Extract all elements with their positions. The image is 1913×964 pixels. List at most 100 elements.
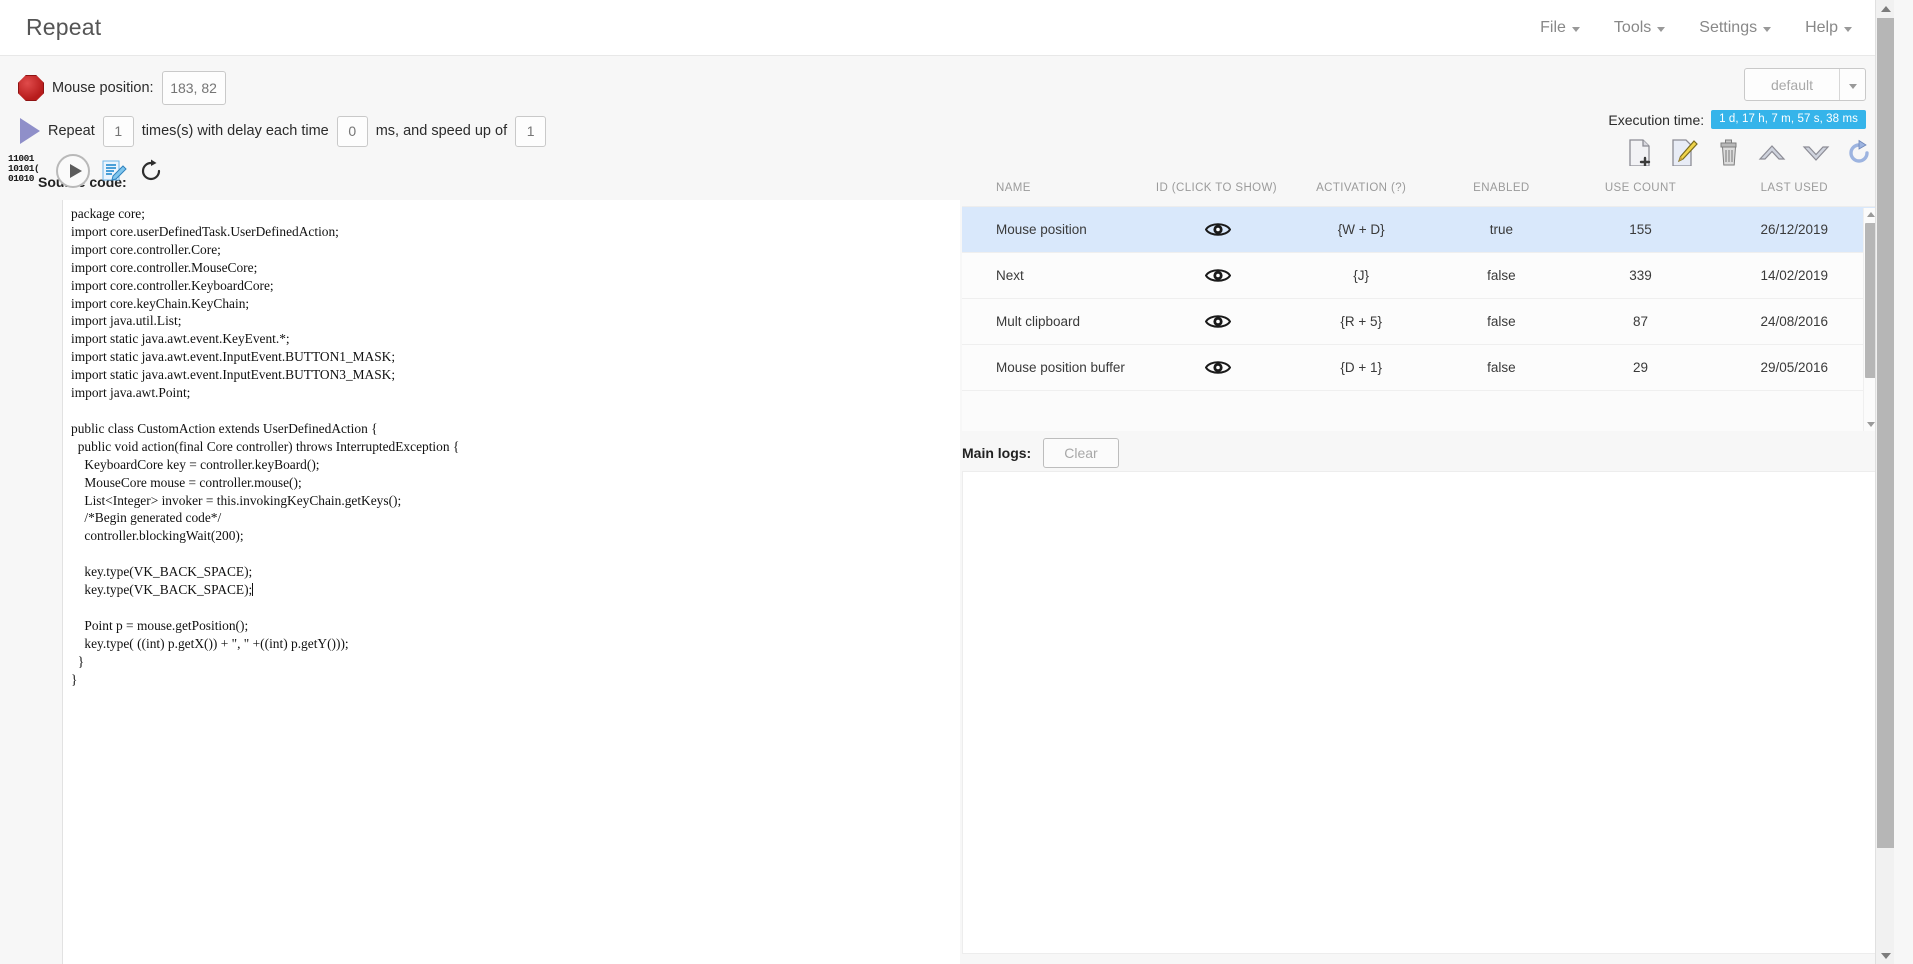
task-enabled-cell[interactable]: false — [1432, 345, 1570, 391]
task-last-used-cell: 29/05/2016 — [1711, 345, 1878, 391]
table-row[interactable]: Mult clipboard{R + 5}false8724/08/2016 — [962, 299, 1878, 345]
code-line: public class CustomAction extends UserDe… — [71, 420, 960, 438]
task-name-cell-text: Mouse position buffer — [996, 360, 1125, 375]
run-play-circle-icon[interactable] — [56, 154, 90, 188]
page-scroll-down-arrow-icon[interactable] — [1876, 947, 1894, 964]
move-up-button[interactable] — [1758, 138, 1786, 168]
binary-line-3: 01010 — [8, 174, 46, 184]
col-header-id[interactable]: ID (CLICK TO SHOW) — [1143, 166, 1290, 207]
menu-help[interactable]: Help — [1805, 19, 1852, 37]
repeat-row: Repeat times(s) with delay each time ms,… — [18, 112, 546, 150]
eye-icon[interactable] — [1205, 267, 1227, 281]
main-logs-textarea[interactable] — [962, 471, 1878, 954]
clear-logs-button[interactable]: Clear — [1043, 438, 1118, 468]
repeat-count-input[interactable] — [103, 116, 134, 147]
task-last-used-cell: 24/08/2016 — [1711, 299, 1878, 345]
col-header-last-used[interactable]: LAST USED — [1711, 166, 1878, 207]
col-header-use-count[interactable]: USE COUNT — [1570, 166, 1710, 207]
code-line: import core.keyChain.KeyChain; — [71, 295, 960, 313]
menu-settings-label: Settings — [1699, 19, 1757, 37]
times-delay-label: times(s) with delay each time — [142, 123, 329, 139]
main-logs-label: Main logs: — [962, 445, 1031, 461]
task-use-count-cell-text: 87 — [1633, 314, 1648, 329]
task-id-cell[interactable] — [1143, 299, 1290, 345]
table-row[interactable]: Mouse position{W + D}true15526/12/2019 — [962, 207, 1878, 253]
profile-dropdown-button[interactable] — [1839, 69, 1865, 100]
action-icons-row: 11001 10101( 01010 — [8, 148, 164, 194]
task-table-body: Mouse position{W + D}true15526/12/2019Ne… — [962, 207, 1878, 391]
task-enabled-cell[interactable]: false — [1432, 299, 1570, 345]
repeat-label: Repeat — [48, 123, 95, 139]
task-last-used-cell: 14/02/2019 — [1711, 253, 1878, 299]
play-triangle-icon[interactable] — [20, 118, 40, 144]
profile-selector[interactable]: default — [1744, 68, 1866, 101]
task-name-cell: Mouse position buffer — [962, 345, 1143, 391]
code-line: import core.controller.Core; — [71, 241, 960, 259]
task-use-count-cell-text: 155 — [1629, 222, 1652, 237]
compile-binary-icon[interactable]: 11001 10101( 01010 — [8, 152, 46, 190]
code-line: key.type(VK_BACK_SPACE); — [71, 563, 960, 581]
page-scrollbar[interactable] — [1875, 0, 1894, 964]
code-line: key.type( ((int) p.getX()) + ", " +((int… — [71, 635, 960, 653]
edit-document-icon[interactable] — [100, 157, 128, 185]
task-enabled-cell-text: true — [1490, 222, 1513, 237]
task-id-cell[interactable] — [1143, 207, 1290, 253]
delay-input[interactable] — [337, 116, 368, 147]
move-down-button[interactable] — [1802, 138, 1830, 168]
task-enabled-cell-text: false — [1487, 314, 1516, 329]
task-enabled-cell-text: false — [1487, 360, 1516, 375]
app-window: Repeat File Tools Settings Help Mouse — [0, 0, 1894, 964]
edit-task-button[interactable] — [1670, 138, 1698, 168]
menu-tools[interactable]: Tools — [1614, 19, 1665, 37]
chevron-down-icon — [1849, 84, 1857, 89]
source-code-editor[interactable]: 1234567891011121314151617181920212223242… — [62, 200, 960, 964]
eye-icon[interactable] — [1205, 221, 1227, 235]
menu-help-label: Help — [1805, 19, 1838, 37]
refresh-icon[interactable] — [138, 158, 164, 184]
task-id-cell[interactable] — [1143, 345, 1290, 391]
main-area: Source code: 123456789101112131415161718… — [0, 166, 1894, 964]
task-table-head: NAME ID (CLICK TO SHOW) ACTIVATION (?) E… — [962, 166, 1878, 207]
reload-task-button[interactable] — [1846, 138, 1874, 168]
menu-file[interactable]: File — [1540, 19, 1580, 37]
logs-header: Main logs: Clear — [962, 438, 1119, 468]
menu-settings[interactable]: Settings — [1699, 19, 1771, 37]
task-enabled-cell[interactable]: true — [1432, 207, 1570, 253]
code-line: } — [71, 653, 960, 671]
table-row[interactable]: Next {J}false33914/02/2019 — [962, 253, 1878, 299]
code-line: import core.controller.KeyboardCore; — [71, 277, 960, 295]
stop-octagon-icon[interactable] — [18, 75, 44, 101]
profile-name-label[interactable]: default — [1745, 69, 1839, 100]
task-name-cell: Next — [962, 253, 1143, 299]
delete-task-button[interactable] — [1714, 138, 1742, 168]
menu-tools-label: Tools — [1614, 19, 1651, 37]
task-activation-cell-text: {D + 1} — [1340, 360, 1382, 375]
task-enabled-cell[interactable]: false — [1432, 253, 1570, 299]
menu-bar: File Tools Settings Help — [1540, 19, 1876, 37]
speedup-input[interactable] — [515, 116, 546, 147]
source-code-panel: Source code: 123456789101112131415161718… — [0, 166, 960, 964]
task-activation-cell: {R + 5} — [1290, 299, 1432, 345]
table-row[interactable]: Mouse position buffer {D + 1} false 29 29/05… — [962, 345, 1878, 391]
task-activation-cell: {W + D} — [1290, 207, 1432, 253]
page-scrollbar-thumb[interactable] — [1877, 18, 1894, 848]
eye-icon[interactable] — [1205, 313, 1227, 327]
source-code-text[interactable]: package core;import core.userDefinedTask… — [63, 200, 960, 964]
code-line: import static java.awt.event.InputEvent.… — [71, 348, 960, 366]
code-line: package core; — [71, 205, 960, 223]
task-use-count-cell-text: 29 — [1633, 360, 1648, 375]
task-last-used-cell-text: 29/05/2016 — [1761, 360, 1829, 375]
col-header-enabled[interactable]: ENABLED — [1432, 166, 1570, 207]
task-activation-cell: {J} — [1290, 253, 1432, 299]
eye-icon[interactable] — [1205, 359, 1227, 373]
add-task-button[interactable] — [1626, 138, 1654, 168]
mouse-position-input[interactable] — [162, 71, 226, 105]
col-header-activation[interactable]: ACTIVATION (?) — [1290, 166, 1432, 207]
task-id-cell[interactable] — [1143, 253, 1290, 299]
code-line: public void action(final Core controller… — [71, 438, 960, 456]
task-use-count-cell: 339 — [1570, 253, 1710, 299]
col-header-name[interactable]: NAME — [962, 166, 1143, 207]
code-line — [71, 599, 960, 617]
page-scroll-up-arrow-icon[interactable] — [1876, 0, 1894, 17]
execution-time-row: Execution time: 1 d, 17 h, 7 m, 57 s, 38… — [1608, 110, 1866, 129]
